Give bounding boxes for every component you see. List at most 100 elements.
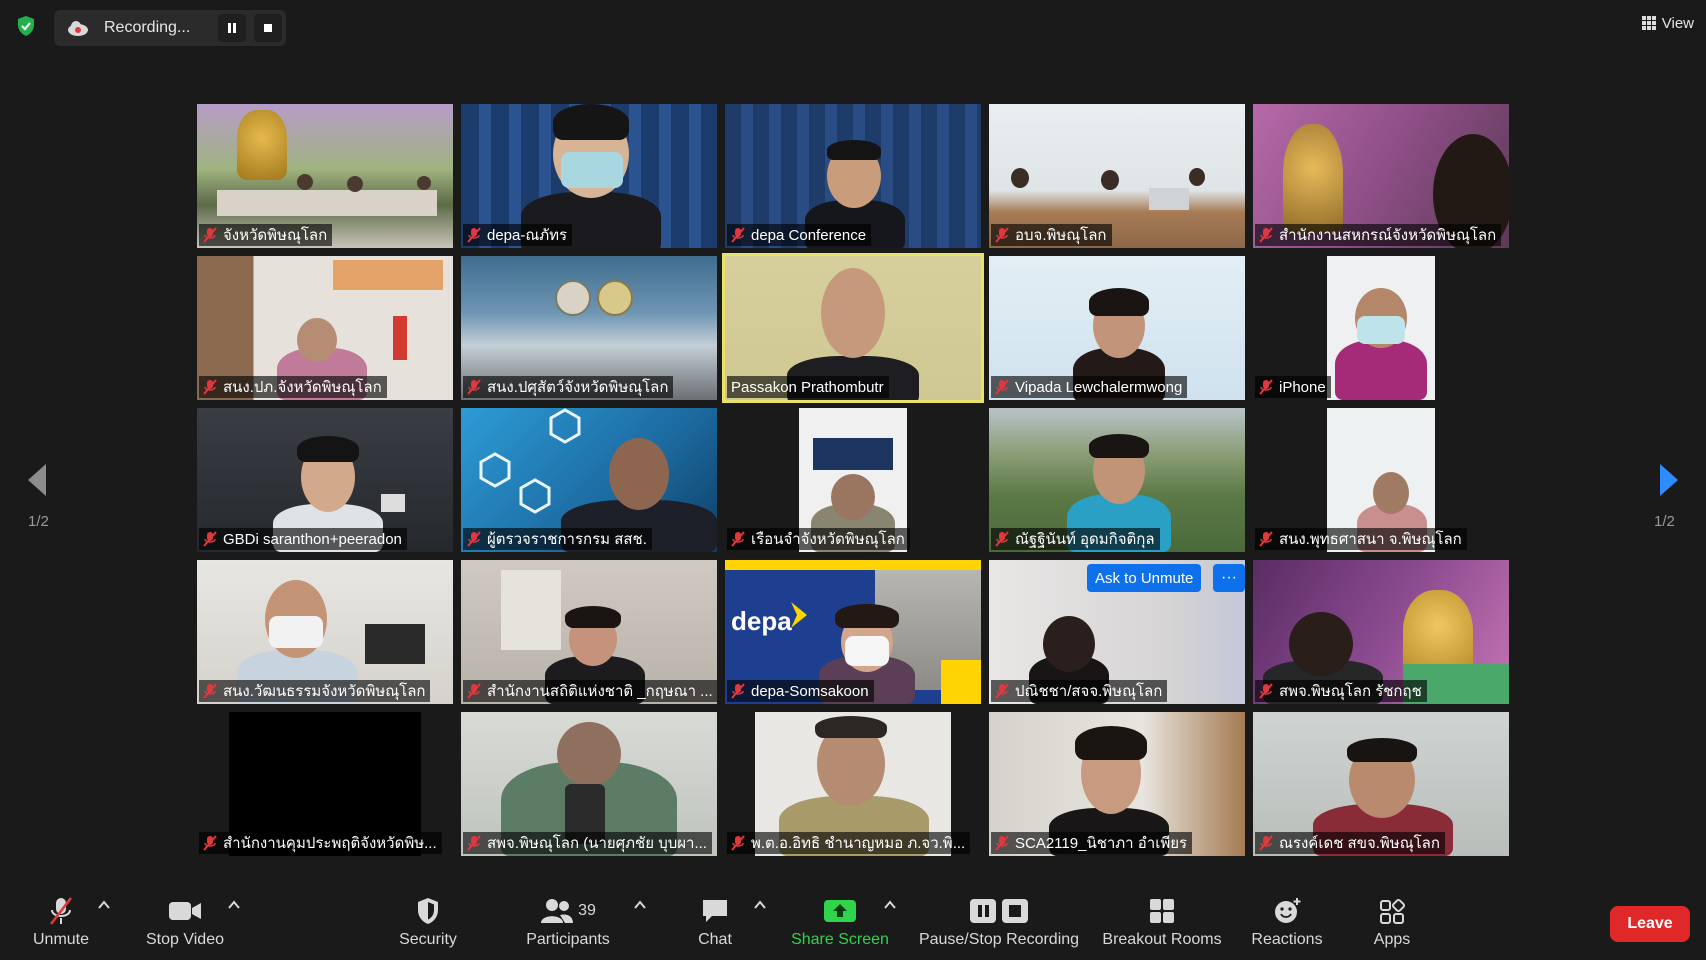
video-tile[interactable]: depa depa-Somsakoon bbox=[725, 560, 981, 704]
participant-name: ปณิชชา/สจจ.พิษณุโลก bbox=[1015, 683, 1163, 700]
participant-name: ผู้ตรวจราชการกรม สสช. bbox=[487, 531, 647, 548]
muted-mic-icon bbox=[995, 227, 1009, 243]
participant-name: จังหวัดพิษณุโลก bbox=[223, 227, 328, 244]
muted-mic-icon bbox=[203, 531, 217, 547]
more-options-button[interactable]: ··· bbox=[1213, 564, 1245, 592]
unmute-button[interactable]: Unmute bbox=[26, 896, 96, 954]
video-tile[interactable]: Ask to Unmute ··· ปณิชชา/สจจ.พิษณุโลก bbox=[989, 560, 1245, 704]
participant-nameplate: Vipada Lewchalermwong bbox=[991, 376, 1188, 398]
video-tile[interactable]: GBDi saranthon+peeradon bbox=[197, 408, 453, 552]
security-button[interactable]: Security bbox=[392, 896, 464, 954]
video-tile[interactable]: สพจ.พิษณุโลก รัชกฤช bbox=[1253, 560, 1509, 704]
chat-label: Chat bbox=[698, 931, 732, 948]
chat-options-caret-icon[interactable] bbox=[754, 900, 766, 910]
participant-nameplate: GBDi saranthon+peeradon bbox=[199, 528, 407, 550]
pause-stop-recording-icon bbox=[970, 899, 1028, 923]
security-shield-icon[interactable] bbox=[14, 14, 38, 38]
pause-icon bbox=[228, 23, 236, 33]
video-tile-active-speaker[interactable]: Passakon Prathombutr bbox=[722, 253, 984, 403]
video-tile[interactable]: iPhone bbox=[1253, 256, 1509, 400]
participant-name: depa Conference bbox=[751, 226, 867, 244]
participant-name: พ.ต.อ.อิทธิ ชำนาญหมอ ภ.จว.พิ... bbox=[751, 835, 966, 852]
participant-nameplate: depa Conference bbox=[727, 224, 872, 246]
muted-mic-icon bbox=[467, 683, 481, 699]
video-tile[interactable]: พ.ต.อ.อิทธิ ชำนาญหมอ ภ.จว.พิ... bbox=[725, 712, 981, 856]
participants-options-caret-icon[interactable] bbox=[634, 900, 646, 910]
stop-recording-button[interactable] bbox=[254, 14, 282, 42]
muted-mic-icon bbox=[731, 531, 745, 547]
participant-name: สพจ.พิษณุโลก รัชกฤช bbox=[1279, 683, 1422, 700]
participant-name: สนง.ปภ.จังหวัดพิษณุโลก bbox=[223, 379, 382, 396]
muted-mic-icon bbox=[467, 835, 481, 851]
muted-mic-icon bbox=[995, 835, 1009, 851]
participant-name: Vipada Lewchalermwong bbox=[1015, 378, 1183, 396]
participant-name: สพจ.พิษณุโลก (นายศุภชัย บุบผา... bbox=[487, 835, 707, 852]
muted-mic-icon bbox=[203, 227, 217, 243]
video-tile[interactable]: depa Conference bbox=[725, 104, 981, 248]
video-tile[interactable]: สำนักงานคุมประพฤติจังหวัดพิษ... bbox=[197, 712, 453, 856]
participant-nameplate: สนง.ปภ.จังหวัดพิษณุโลก bbox=[199, 376, 387, 398]
participant-nameplate: สพจ.พิษณุโลก (นายศุภชัย บุบผา... bbox=[463, 832, 712, 854]
video-tile[interactable]: Vipada Lewchalermwong bbox=[989, 256, 1245, 400]
chat-button[interactable]: Chat bbox=[690, 896, 740, 954]
video-tile[interactable]: เรือนจำจังหวัดพิษณุโลก bbox=[725, 408, 981, 552]
muted-mic-icon bbox=[995, 379, 1009, 395]
video-tile[interactable]: สนง.วัฒนธรรมจังหวัดพิษณุโลก bbox=[197, 560, 453, 704]
participants-label: Participants bbox=[526, 931, 610, 948]
video-tile[interactable]: อบจ.พิษณุโลก bbox=[989, 104, 1245, 248]
participant-nameplate: สำนักงานสหกรณ์จังหวัดพิษณุโลก bbox=[1255, 224, 1502, 246]
video-tile[interactable]: สนง.พุทธศาสนา จ.พิษณุโลก bbox=[1253, 408, 1509, 552]
share-options-caret-icon[interactable] bbox=[884, 900, 896, 910]
video-options-caret-icon[interactable] bbox=[228, 900, 240, 910]
stop-icon bbox=[264, 24, 272, 32]
meeting-toolbar: Unmute Stop Video Security 39 Participan… bbox=[0, 882, 1706, 960]
video-tile[interactable]: สนง.ปศุสัตว์จังหวัดพิษณุโลก bbox=[461, 256, 717, 400]
previous-page-icon[interactable] bbox=[24, 460, 50, 500]
share-screen-button[interactable]: Share Screen bbox=[790, 896, 890, 954]
video-tile[interactable]: ผู้ตรวจราชการกรม สสช. bbox=[461, 408, 717, 552]
stop-video-button[interactable]: Stop Video bbox=[140, 896, 230, 954]
video-tile[interactable]: SCA2119_นิชาภา อำเพียร bbox=[989, 712, 1245, 856]
video-tile[interactable]: สนง.ปภ.จังหวัดพิษณุโลก bbox=[197, 256, 453, 400]
leave-meeting-button[interactable]: Leave bbox=[1610, 906, 1690, 942]
muted-mic-icon bbox=[1259, 835, 1273, 851]
video-tile[interactable]: depa-ณภัทร bbox=[461, 104, 717, 248]
participants-count: 39 bbox=[578, 902, 596, 919]
muted-microphone-icon bbox=[49, 897, 73, 925]
audio-options-caret-icon[interactable] bbox=[98, 900, 110, 910]
reactions-button[interactable]: Reactions bbox=[1244, 896, 1330, 954]
pause-recording-button[interactable] bbox=[218, 14, 246, 42]
page-indicator-right: 1/2 bbox=[1654, 513, 1675, 530]
participants-button[interactable]: 39 Participants bbox=[520, 896, 616, 954]
video-tile[interactable]: ณัฐฐินันท์ อุดมกิจติกุล bbox=[989, 408, 1245, 552]
apps-button[interactable]: Apps bbox=[1366, 896, 1418, 954]
next-page-icon[interactable] bbox=[1656, 460, 1682, 500]
ask-to-unmute-button[interactable]: Ask to Unmute bbox=[1087, 564, 1202, 592]
video-tile[interactable]: สำนักงานสหกรณ์จังหวัดพิษณุโลก bbox=[1253, 104, 1509, 248]
view-button[interactable]: View bbox=[1641, 10, 1694, 36]
participant-nameplate: Passakon Prathombutr bbox=[727, 376, 889, 398]
participant-name: สนง.พุทธศาสนา จ.พิษณุโลก bbox=[1279, 531, 1462, 548]
share-screen-label: Share Screen bbox=[791, 931, 889, 948]
video-tile[interactable]: จังหวัดพิษณุโลก bbox=[197, 104, 453, 248]
muted-mic-icon bbox=[731, 835, 745, 851]
participant-nameplate: สนง.วัฒนธรรมจังหวัดพิษณุโลก bbox=[199, 680, 431, 702]
participant-name: GBDi saranthon+peeradon bbox=[223, 530, 402, 548]
recording-label: Recording... bbox=[104, 19, 191, 36]
participant-nameplate: เรือนจำจังหวัดพิษณุโลก bbox=[727, 528, 910, 550]
grid-view-icon bbox=[1641, 16, 1656, 30]
participant-nameplate: สำนักงานสถิติแห่งชาติ _กฤษณา ... bbox=[463, 680, 717, 702]
breakout-rooms-button[interactable]: Breakout Rooms bbox=[1096, 896, 1228, 954]
participant-nameplate: depa-ณภัทร bbox=[463, 224, 573, 246]
view-label: View bbox=[1661, 14, 1694, 32]
participant-nameplate: depa-Somsakoon bbox=[727, 680, 874, 702]
participant-name: Passakon Prathombutr bbox=[731, 378, 884, 396]
participant-name: อบจ.พิษณุโลก bbox=[1015, 227, 1107, 244]
pause-stop-recording-button[interactable]: Pause/Stop Recording bbox=[916, 896, 1082, 954]
video-tile[interactable]: สำนักงานสถิติแห่งชาติ _กฤษณา ... bbox=[461, 560, 717, 704]
muted-mic-icon bbox=[731, 227, 745, 243]
video-tile[interactable]: ณรงค์เดช สขจ.พิษณุโลก bbox=[1253, 712, 1509, 856]
video-tile[interactable]: สพจ.พิษณุโลก (นายศุภชัย บุบผา... bbox=[461, 712, 717, 856]
participant-nameplate: iPhone bbox=[1255, 376, 1331, 398]
participant-name: SCA2119_นิชาภา อำเพียร bbox=[1015, 835, 1188, 852]
